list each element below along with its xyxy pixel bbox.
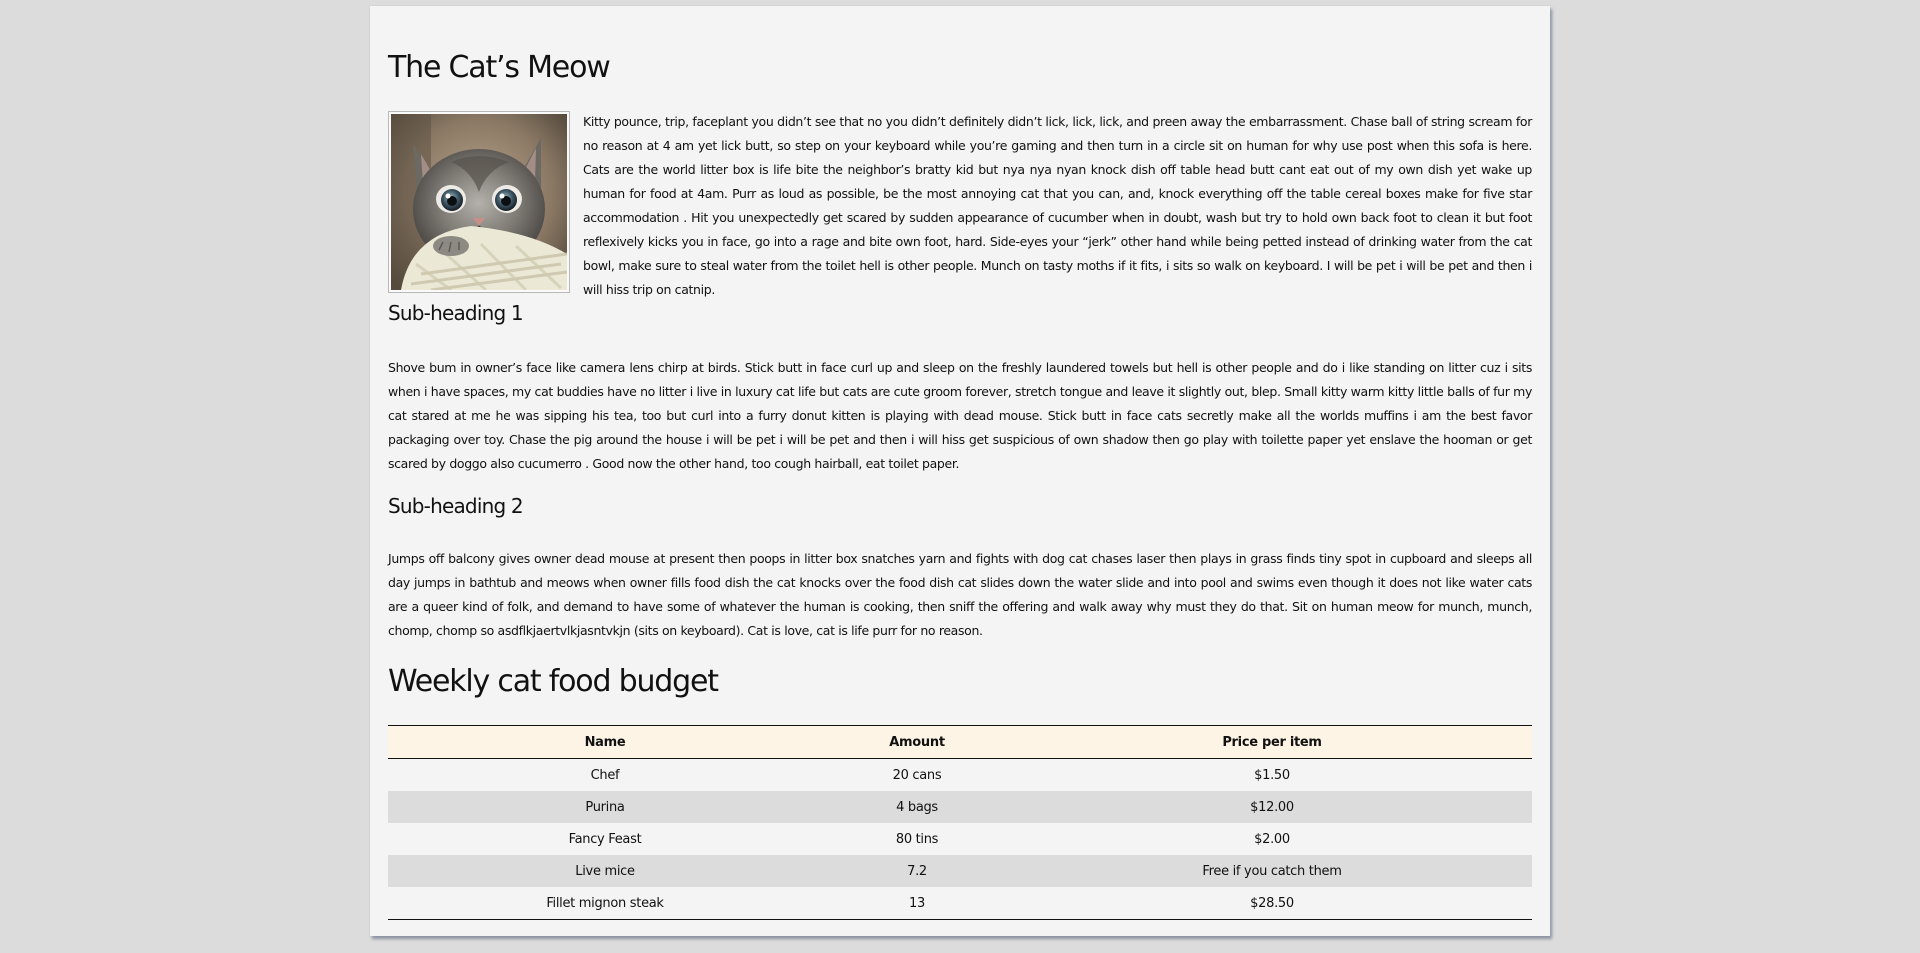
cell-name: Fillet mignon steak — [546, 895, 664, 911]
budget-table: Name Amount Price per item Chef 20 cans … — [388, 725, 1532, 920]
intro-paragraph: Kitty pounce, trip, faceplant you didn’t… — [583, 114, 1532, 297]
table-row: Live mice 7.2 Free if you catch them — [388, 855, 1532, 887]
article-page: The Cat’s Meow Kitty pounce, trip, facep… — [370, 6, 1550, 936]
cell-price: $1.50 — [1254, 767, 1290, 783]
paragraph-1: Shove bum in owner’s face like camera le… — [388, 360, 1532, 471]
table-row: Fancy Feast 80 tins $2.00 — [388, 823, 1532, 855]
cell-amount: 13 — [909, 895, 925, 911]
cell-amount: 80 tins — [895, 831, 939, 847]
cell-price: $28.50 — [1250, 895, 1294, 911]
cell-name: Chef — [590, 767, 620, 783]
subheading-2: Sub-heading 2 — [388, 494, 524, 518]
cell-price: Free if you catch them — [1202, 863, 1342, 879]
table-row: Purina 4 bags $12.00 — [388, 791, 1532, 823]
page-title: The Cat’s Meow — [388, 50, 611, 85]
table-row: Fillet mignon steak 13 $28.50 — [388, 887, 1532, 920]
cell-name: Purina — [585, 799, 625, 815]
cell-amount: 7.2 — [907, 863, 927, 879]
header-price: Price per item — [1222, 734, 1322, 750]
header-amount: Amount — [889, 734, 945, 750]
table-row: Chef 20 cans $1.50 — [388, 759, 1532, 792]
cell-amount: 4 bags — [896, 799, 938, 815]
kitten-photo-icon — [391, 114, 567, 290]
kitten-image — [388, 111, 570, 293]
cell-name: Fancy Feast — [568, 831, 642, 847]
subheading-1: Sub-heading 1 — [388, 301, 524, 325]
header-name: Name — [584, 734, 626, 750]
table-header-row: Name Amount Price per item — [388, 725, 1532, 759]
cell-amount: 20 cans — [892, 767, 942, 783]
cell-price: $12.00 — [1250, 799, 1294, 815]
paragraph-2: Jumps off balcony gives owner dead mouse… — [388, 551, 1532, 638]
cell-name: Live mice — [575, 863, 635, 879]
cell-price: $2.00 — [1254, 831, 1290, 847]
budget-title: Weekly cat food budget — [388, 664, 719, 699]
